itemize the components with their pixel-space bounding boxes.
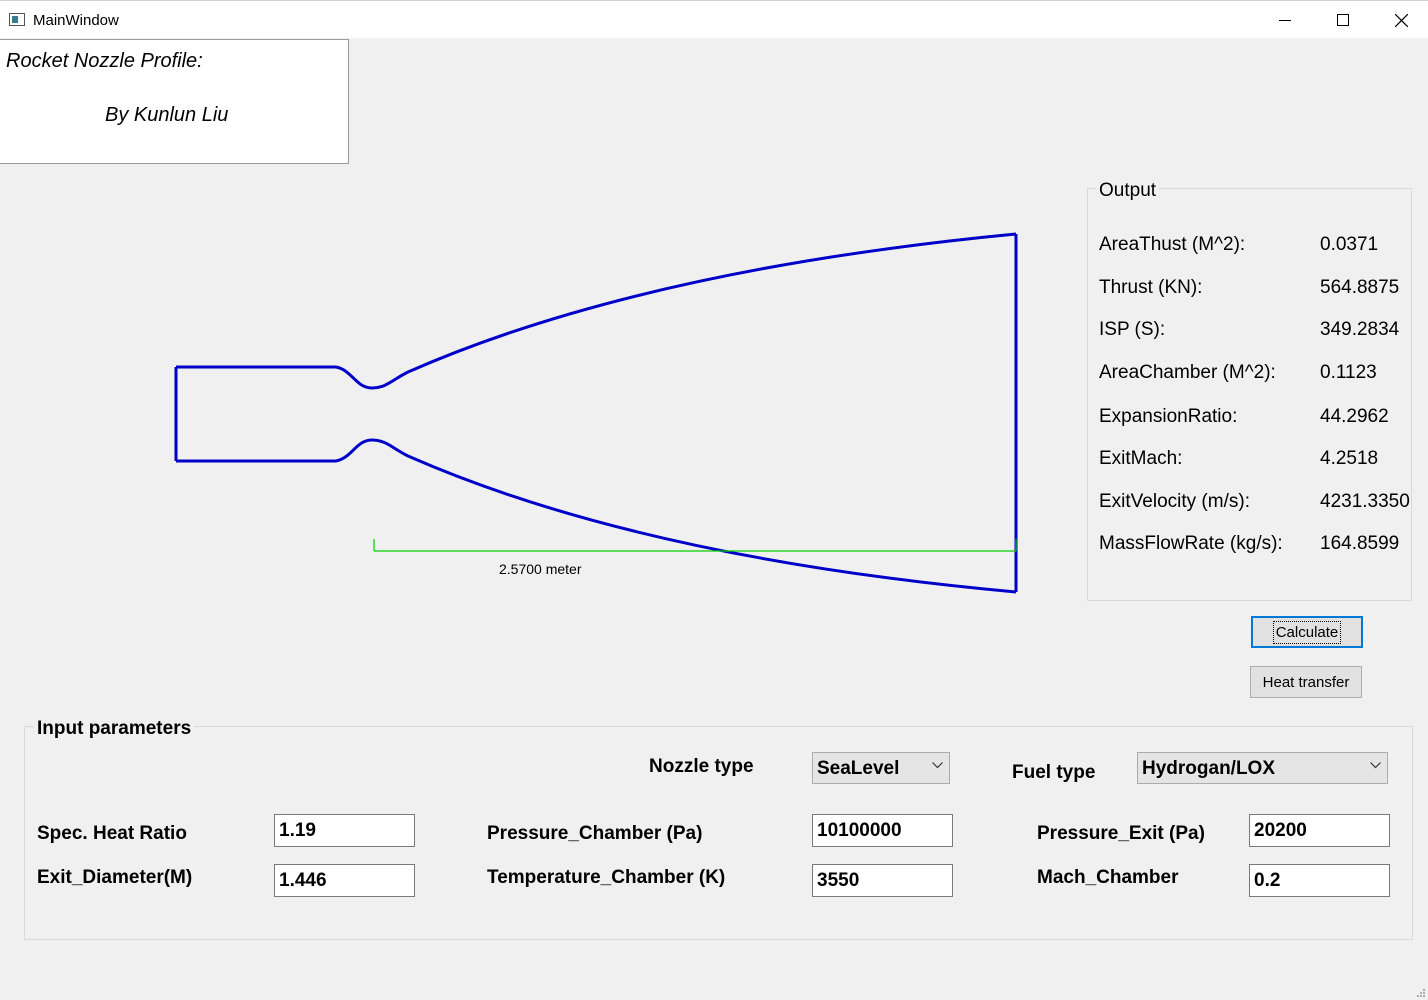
output-label-exit-mach: ExitMach: [1099,448,1183,469]
exit-diameter-label: Exit_Diameter(M) [37,867,193,888]
input-parameters-legend: Input parameters [34,718,195,740]
pressure-chamber-label: Pressure_Chamber (Pa) [487,823,703,844]
chevron-down-icon [932,762,943,769]
output-value-area-throat: 0.0371 [1320,234,1379,255]
temperature-chamber-input[interactable] [812,864,953,897]
pressure-exit-input[interactable] [1249,814,1390,847]
mach-chamber-label: Mach_Chamber [1037,867,1179,888]
nozzle-profile-canvas [174,232,1018,594]
fuel-type-selected: Hydrogan/LOX [1142,758,1276,779]
output-label-isp: ISP (S): [1099,319,1166,340]
output-label-area-chamber: AreaChamber (M^2): [1099,362,1276,383]
spec-heat-ratio-input[interactable] [274,814,415,847]
scale-length-label: 2.5700 meter [499,561,582,577]
nozzle-lower-contour [176,438,1017,594]
minimize-icon [1279,20,1291,21]
pressure-exit-label: Pressure_Exit (Pa) [1037,823,1205,844]
output-value-thrust: 564.8875 [1320,277,1400,298]
heat-transfer-button-label: Heat transfer [1262,673,1350,691]
fuel-type-label: Fuel type [1012,762,1096,783]
close-button[interactable] [1372,1,1428,39]
nozzle-type-dropdown[interactable]: SeaLevel [812,752,950,784]
output-label-thrust: Thrust (KN): [1099,277,1203,298]
calculate-button-label: Calculate [1272,620,1342,644]
calculate-button[interactable]: Calculate [1251,616,1363,648]
fuel-type-dropdown[interactable]: Hydrogan/LOX [1137,752,1388,784]
output-label-expansion-ratio: ExpansionRatio: [1099,406,1238,427]
resize-grip-icon[interactable] [1416,988,1426,998]
minimize-button[interactable] [1256,1,1314,39]
heat-transfer-button[interactable]: Heat transfer [1250,666,1362,698]
output-value-mass-flow-rate: 164.8599 [1320,533,1400,554]
nozzle-type-selected: SeaLevel [817,758,900,779]
output-legend: Output [1096,180,1160,202]
exit-diameter-input[interactable] [274,864,415,897]
chevron-down-icon [1370,762,1381,769]
maximize-button[interactable] [1314,1,1372,39]
output-value-exit-velocity: 4231.3350 [1320,491,1410,512]
output-label-area-throat: AreaThust (M^2): [1099,234,1246,255]
output-value-expansion-ratio: 44.2962 [1320,406,1389,427]
output-label-exit-velocity: ExitVelocity (m/s): [1099,491,1250,512]
nozzle-type-label: Nozzle type [649,756,754,777]
output-value-exit-mach: 4.2518 [1320,448,1379,469]
maximize-icon [1337,14,1349,26]
output-value-isp: 349.2834 [1320,319,1400,340]
output-value-area-chamber: 0.1123 [1320,362,1377,383]
spec-heat-ratio-label: Spec. Heat Ratio [37,823,187,844]
output-label-mass-flow-rate: MassFlowRate (kg/s): [1099,533,1283,554]
pressure-chamber-input[interactable] [812,814,953,847]
close-icon [1394,13,1408,27]
temperature-chamber-label: Temperature_Chamber (K) [487,867,726,888]
nozzle-upper-contour [176,232,1017,390]
mach-chamber-input[interactable] [1249,864,1390,897]
